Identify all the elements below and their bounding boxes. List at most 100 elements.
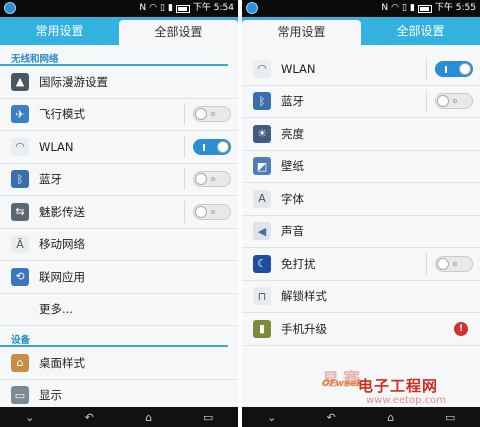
status-bar: N ◠ ▯ ▮ 下午 5:54 [0, 0, 238, 17]
row-network-apps[interactable]: ⟲ 联网应用 [0, 261, 238, 294]
divider [426, 90, 427, 113]
divider [426, 252, 427, 275]
font-icon: A [253, 189, 271, 208]
row-international-roaming[interactable]: ▲ 国际漫游设置 [0, 66, 238, 99]
row-label: 更多... [39, 302, 73, 317]
chevron-down-icon[interactable]: ⌄ [20, 411, 40, 424]
bluetooth-icon: ᛒ [253, 92, 271, 111]
transfer-icon: ⇆ [11, 202, 29, 221]
row-sound[interactable]: ◀ 声音 [242, 216, 480, 248]
row-wallpaper[interactable]: ◩ 壁纸 [242, 151, 480, 183]
sim-icon: ▯ [402, 3, 407, 13]
battery-icon [417, 4, 432, 13]
row-desktop-style[interactable]: ⌂ 桌面样式 [0, 347, 238, 380]
blank-icon [11, 300, 29, 318]
dnd-toggle[interactable] [435, 255, 473, 272]
divider [184, 103, 185, 126]
settings-tabs: 常用设置 全部设置 [0, 17, 238, 45]
back-icon[interactable]: ↶ [321, 411, 341, 424]
wifi-status-icon: ◠ [391, 3, 400, 13]
settings-tabs: 常用设置 全部设置 [242, 17, 480, 45]
home-nav-icon[interactable]: ⌂ [381, 411, 401, 424]
row-label: WLAN [39, 139, 74, 154]
update-badge: ! [454, 321, 468, 336]
row-label: 显示 [39, 388, 62, 403]
row-phantom-transfer[interactable]: ⇆ 魅影传送 [0, 196, 238, 229]
sim-icon: ▯ [160, 3, 165, 13]
bluetooth-icon: ᛒ [11, 170, 29, 189]
wlan-toggle[interactable] [435, 60, 473, 77]
watermark-brand: OFweek [322, 379, 363, 389]
nav-bar: ⌄ ↶ ⌂ ▭ [242, 407, 480, 427]
wifi-status-icon: ◠ [149, 3, 158, 13]
row-mobile-network[interactable]: Ȁ 移动网络 [0, 229, 238, 261]
row-brightness[interactable]: ☀ 亮度 [242, 118, 480, 151]
row-label: 亮度 [281, 126, 304, 141]
row-do-not-disturb[interactable]: ☾ 免打扰 [242, 248, 480, 281]
row-label: 联网应用 [39, 269, 85, 284]
row-wlan[interactable]: ◠ WLAN [242, 53, 480, 86]
row-label: 移动网络 [39, 237, 85, 252]
tab-all-settings[interactable]: 全部设置 [119, 20, 238, 45]
row-bluetooth[interactable]: ᛒ 蓝牙 [0, 164, 238, 196]
wifi-icon: ◠ [253, 59, 271, 78]
row-label: 国际漫游设置 [39, 74, 108, 89]
moon-icon: ☾ [253, 254, 271, 273]
row-label: 蓝牙 [281, 94, 304, 109]
status-time: 下午 5:54 [192, 3, 234, 13]
row-label: 蓝牙 [39, 172, 62, 187]
row-label: 字体 [281, 191, 304, 206]
row-wlan[interactable]: ◠ WLAN [0, 131, 238, 164]
nav-bar: ⌄ ↶ ⌂ ▭ [0, 407, 238, 427]
tab-common-settings[interactable]: 常用设置 [0, 17, 119, 45]
row-phone-upgrade[interactable]: ▮ 手机升级 ! [242, 313, 480, 346]
recents-icon[interactable]: ▭ [440, 411, 460, 424]
recents-icon[interactable]: ▭ [198, 411, 218, 424]
row-label: 魅影传送 [39, 204, 85, 219]
row-unlock-style[interactable]: ⊓ 解锁样式 [242, 281, 480, 313]
section-header-wireless: 无线和网络 [0, 45, 228, 66]
row-label: 解锁样式 [281, 289, 327, 304]
battery-icon [175, 4, 190, 13]
divider [184, 135, 185, 158]
divider [184, 200, 185, 223]
row-font[interactable]: A 字体 [242, 183, 480, 216]
row-more[interactable]: 更多... [0, 294, 238, 326]
right-screen: N ◠ ▯ ▮ 下午 5:55 常用设置 全部设置 ◠ WLAN ᛒ 蓝牙 ☀ … [242, 0, 480, 427]
bluetooth-toggle[interactable] [435, 93, 473, 110]
home-nav-icon[interactable]: ⌂ [139, 411, 159, 424]
row-label: 声音 [281, 224, 304, 239]
row-bluetooth[interactable]: ᛒ 蓝牙 [242, 86, 480, 118]
row-label: 壁纸 [281, 159, 304, 174]
brightness-icon: ☀ [253, 124, 271, 143]
app-icon [4, 2, 16, 14]
divider [426, 57, 427, 80]
tab-all-settings[interactable]: 全部设置 [361, 17, 480, 45]
chevron-down-icon[interactable]: ⌄ [262, 411, 282, 424]
app-icon [246, 2, 258, 14]
row-airplane-mode[interactable]: ✈ 飞行模式 [0, 99, 238, 131]
watermark: 易赛 OFweek 电子工程网 www.eetop.com [322, 365, 470, 411]
wlan-toggle[interactable] [193, 138, 231, 155]
row-label: 飞行模式 [39, 107, 85, 122]
lock-icon: ⊓ [253, 287, 271, 306]
row-label: 手机升级 [281, 321, 327, 336]
left-screen: N ◠ ▯ ▮ 下午 5:54 常用设置 全部设置 无线和网络 ▲ 国际漫游设置… [0, 0, 238, 427]
home-icon: ⌂ [11, 353, 29, 372]
status-time: 下午 5:55 [434, 3, 476, 13]
triangle-icon: ▲ [11, 72, 29, 91]
wifi-icon: ◠ [11, 137, 29, 156]
bluetooth-toggle[interactable] [193, 171, 231, 188]
signal-icon: ▮ [409, 3, 415, 13]
signal-icon: ▮ [167, 3, 173, 13]
watermark-url: www.eetop.com [366, 395, 447, 406]
back-icon[interactable]: ↶ [79, 411, 99, 424]
wallpaper-icon: ◩ [253, 157, 271, 176]
row-label: 免打扰 [281, 256, 316, 271]
airplane-toggle[interactable] [193, 106, 231, 123]
transfer-toggle[interactable] [193, 203, 231, 220]
tab-common-settings[interactable]: 常用设置 [242, 20, 361, 45]
phone-update-icon: ▮ [253, 319, 271, 338]
speaker-icon: ◀ [253, 222, 271, 241]
airplane-icon: ✈ [11, 105, 29, 124]
